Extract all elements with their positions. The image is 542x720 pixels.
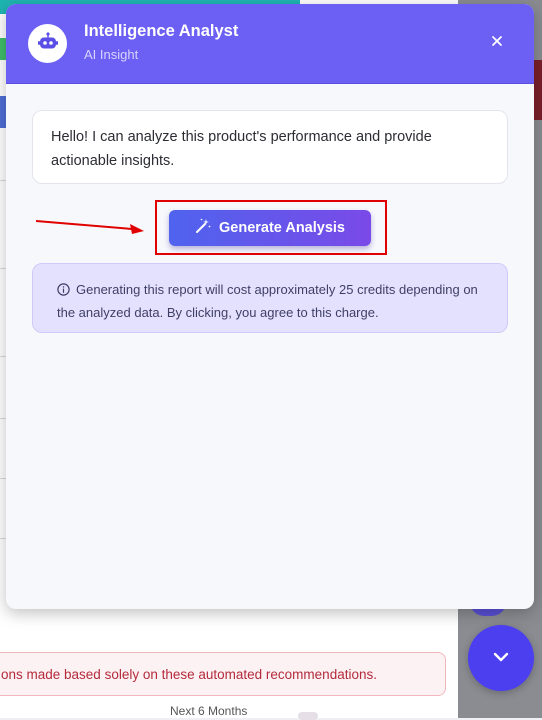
generate-analysis-button[interactable]: Generate Analysis [169, 210, 371, 246]
credit-notice: Generating this report will cost approxi… [32, 263, 508, 333]
background-alert: ons made based solely on these automated… [0, 652, 446, 696]
dialog-header: Intelligence Analyst AI Insight [6, 4, 534, 84]
avatar [28, 24, 67, 63]
chevron-down-icon [493, 649, 509, 667]
robot-icon [37, 32, 58, 55]
assistant-message: Hello! I can analyze this product's perf… [32, 110, 508, 184]
background-alert-text: ons made based solely on these automated… [1, 666, 377, 682]
dialog-subtitle: AI Insight [84, 47, 139, 62]
scroll-down-button[interactable] [468, 625, 534, 691]
assistant-message-text: Hello! I can analyze this product's perf… [51, 129, 432, 169]
background-bottom-text: Next 6 Months [170, 704, 248, 718]
background-pill [298, 712, 318, 720]
close-icon [491, 34, 503, 52]
close-button[interactable] [484, 30, 510, 56]
arrow-annotation [35, 216, 148, 243]
generate-analysis-label: Generate Analysis [219, 220, 345, 236]
magic-wand-icon [195, 218, 211, 238]
info-icon [57, 281, 70, 302]
ai-insight-dialog: Intelligence Analyst AI Insight Hello! I… [6, 4, 534, 609]
credit-notice-text: Generating this report will cost approxi… [57, 282, 478, 320]
dialog-title: Intelligence Analyst [84, 22, 239, 40]
